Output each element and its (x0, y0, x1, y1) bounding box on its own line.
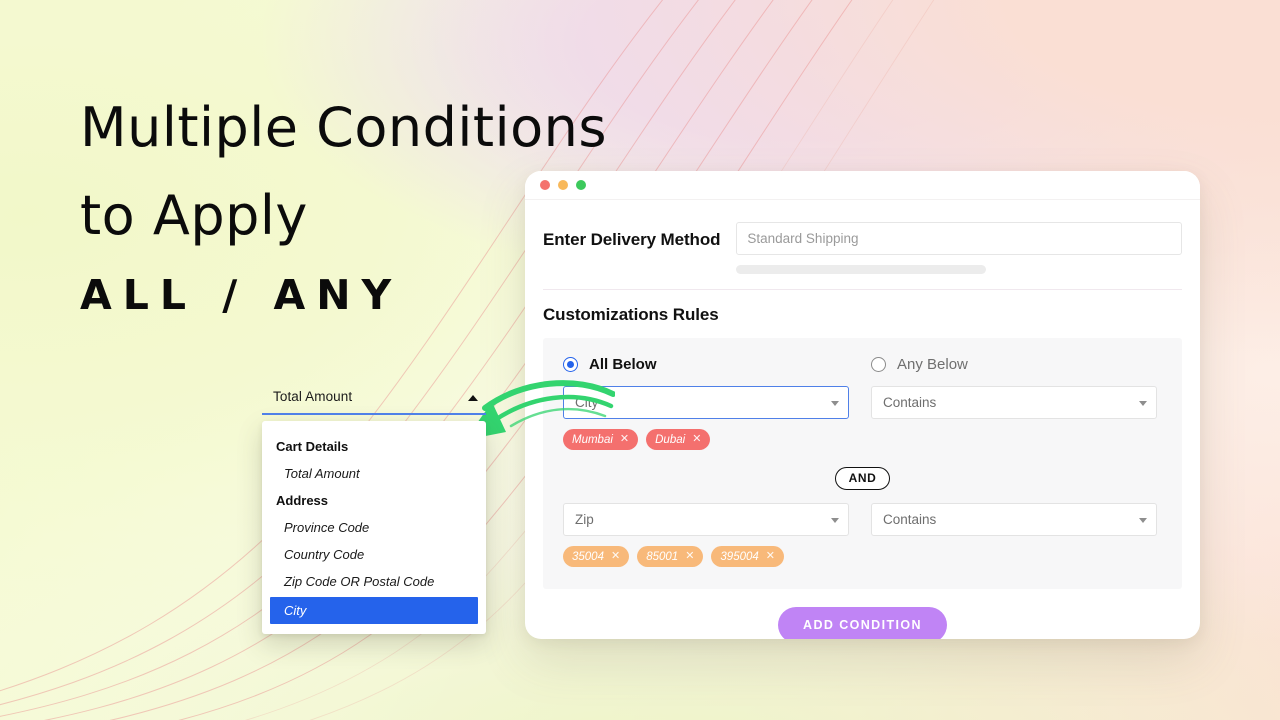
delivery-method-field-wrap (736, 222, 1182, 274)
maximize-dot-icon[interactable] (576, 180, 586, 190)
condition-2-field-value: Zip (575, 512, 594, 527)
tag-remove-icon[interactable]: ✕ (685, 551, 694, 562)
minimize-dot-icon[interactable] (558, 180, 568, 190)
radio-selected-icon (563, 357, 578, 372)
add-condition-wrap: ADD CONDITION (543, 589, 1182, 639)
tag-chip[interactable]: 35004 ✕ (563, 546, 630, 567)
condition-1-field-value: City (575, 395, 599, 410)
condition-field-col: City Mumbai ✕ Dubai ✕ (563, 386, 849, 450)
condition-2-field-select[interactable]: Zip (563, 503, 849, 536)
condition-1-field-select[interactable]: City (563, 386, 849, 419)
chevron-down-icon (831, 400, 839, 406)
delivery-method-label: Enter Delivery Method (543, 230, 721, 249)
dropdown-option[interactable]: Country Code (262, 541, 486, 568)
close-dot-icon[interactable] (540, 180, 550, 190)
radio-any-below-label: Any Below (897, 356, 968, 373)
poster-stage: Multiple Conditions to Apply ALL / ANY E… (0, 0, 1280, 720)
condition-1-operator-select[interactable]: Contains (871, 386, 1157, 419)
dropdown-option-panel: Cart Details Total Amount Address Provin… (262, 421, 486, 634)
window-content: Enter Delivery Method Customizations Rul… (525, 200, 1200, 639)
tag-label: 395004 (720, 550, 759, 563)
tag-label: 85001 (646, 550, 679, 563)
dropdown-select-control[interactable]: Total Amount (262, 380, 486, 415)
tag-chip[interactable]: Mumbai ✕ (563, 429, 639, 450)
dropdown-group-title: Address (276, 493, 329, 508)
tag-remove-icon[interactable]: ✕ (692, 434, 701, 445)
tag-chip[interactable]: 85001 ✕ (637, 546, 704, 567)
rules-section-title: Customizations Rules (543, 305, 719, 324)
condition-row: Zip 35004 ✕ 85001 ✕ 395004 ✕ Contains (563, 503, 1162, 567)
tag-remove-icon[interactable]: ✕ (766, 551, 775, 562)
delivery-method-input[interactable] (736, 222, 1182, 255)
and-badge[interactable]: AND (834, 467, 891, 490)
tag-remove-icon[interactable]: ✕ (611, 551, 620, 562)
radio-all-below[interactable]: All Below (563, 356, 871, 373)
radio-unselected-icon (871, 357, 886, 372)
browser-window: Enter Delivery Method Customizations Rul… (525, 171, 1200, 639)
tag-label: Dubai (655, 433, 686, 446)
condition-operator-col: Contains (871, 386, 1157, 450)
chevron-down-icon (831, 517, 839, 523)
dropdown-option[interactable]: Zip Code OR Postal Code (262, 568, 486, 595)
dropdown-option-selected[interactable]: City (270, 597, 478, 624)
loading-skeleton-bar (736, 265, 986, 274)
condition-1-operator-value: Contains (883, 395, 937, 410)
dropdown-option[interactable]: Province Code (262, 514, 486, 541)
dropdown-select-value: Total Amount (273, 389, 353, 404)
condition-1-tag-list: Mumbai ✕ Dubai ✕ (563, 429, 849, 450)
headline-line-1: Multiple Conditions (80, 96, 607, 159)
tag-label: 35004 (572, 550, 604, 563)
tag-label: Mumbai (572, 433, 613, 446)
radio-all-below-label: All Below (589, 356, 657, 373)
condition-operator-col: Contains (871, 503, 1157, 567)
chevron-down-icon (1139, 400, 1147, 406)
condition-joiner-wrap: AND (563, 467, 1162, 490)
condition-field-col: Zip 35004 ✕ 85001 ✕ 395004 ✕ (563, 503, 849, 567)
rules-panel: All Below Any Below City Mumbai ✕ Dubai … (543, 338, 1182, 589)
tag-chip[interactable]: 395004 ✕ (711, 546, 784, 567)
condition-2-tag-list: 35004 ✕ 85001 ✕ 395004 ✕ (563, 546, 849, 567)
condition-row: City Mumbai ✕ Dubai ✕ Contains (563, 386, 1162, 450)
dropdown-group-title: Cart Details (276, 439, 349, 454)
chevron-up-icon (468, 394, 478, 401)
delivery-method-row: Enter Delivery Method (543, 200, 1182, 274)
condition-2-operator-select[interactable]: Contains (871, 503, 1157, 536)
match-mode-radio-group: All Below Any Below (563, 356, 1162, 373)
tag-chip[interactable]: Dubai ✕ (646, 429, 711, 450)
field-dropdown-widget: Total Amount Cart Details Total Amount A… (262, 380, 486, 634)
chevron-down-icon (1139, 517, 1147, 523)
dropdown-option[interactable]: Total Amount (262, 460, 486, 487)
window-titlebar (525, 171, 1200, 200)
tag-remove-icon[interactable]: ✕ (620, 434, 629, 445)
condition-2-operator-value: Contains (883, 512, 937, 527)
add-condition-button[interactable]: ADD CONDITION (778, 607, 947, 639)
radio-any-below[interactable]: Any Below (871, 356, 968, 373)
